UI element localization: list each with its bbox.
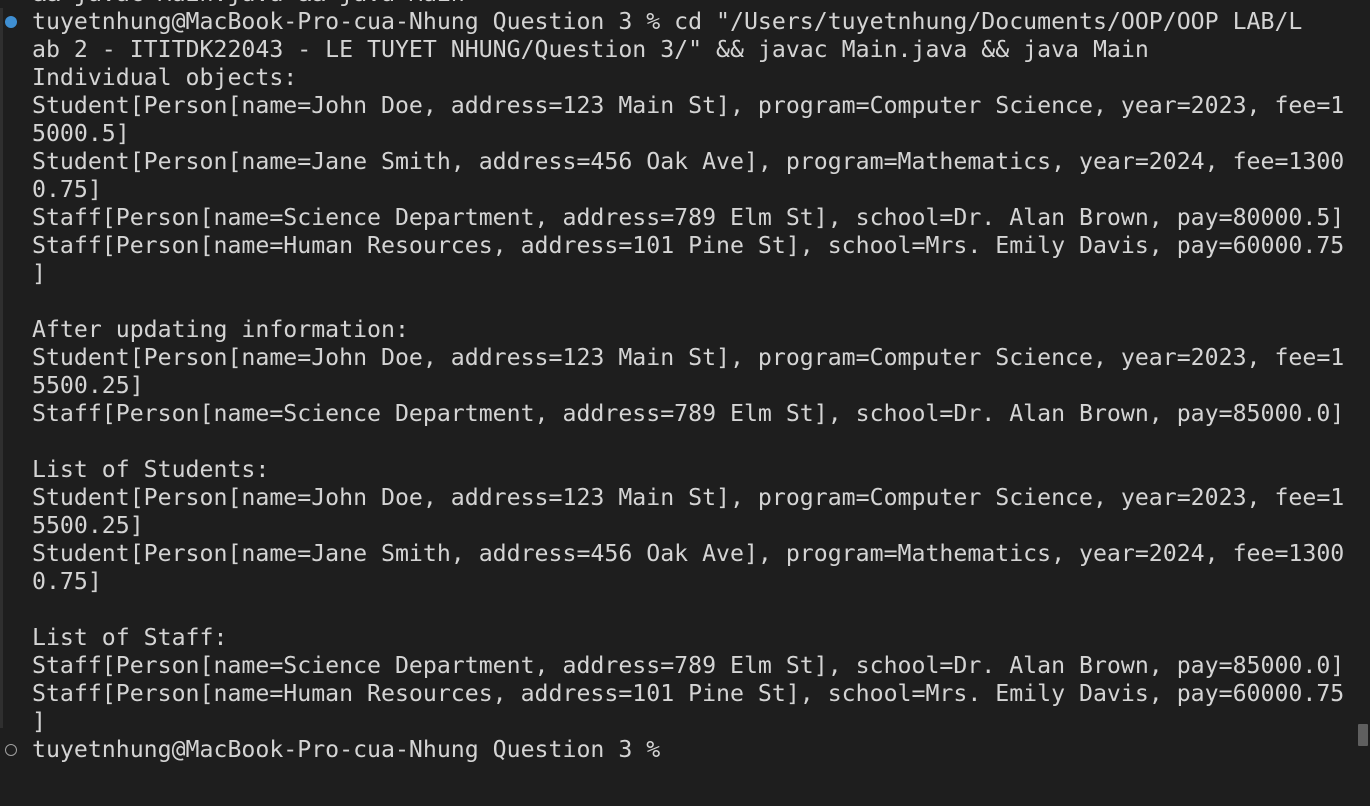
terminal-line-text: Student[Person[name=Jane Smith, address=… — [32, 540, 1345, 567]
terminal-line-text: Staff[Person[name=Human Resources, addre… — [32, 680, 1345, 707]
terminal-line-text: Individual objects: — [32, 64, 298, 91]
terminal-line-text: Staff[Person[name=Human Resources, addre… — [32, 232, 1345, 259]
terminal-panel[interactable]: && javac Main.java && java Maintuyetnhun… — [0, 0, 1370, 806]
terminal-line: ] — [32, 260, 1344, 288]
terminal-line-text: Student[Person[name=John Doe, address=12… — [32, 344, 1345, 371]
terminal-line-text: 5000.5] — [32, 120, 130, 147]
terminal-line: 5000.5] — [32, 120, 1344, 148]
command-gutter-bar — [0, 8, 3, 728]
terminal-line-text: After updating information: — [32, 316, 409, 343]
terminal-line: Staff[Person[name=Human Resources, addre… — [32, 680, 1344, 708]
terminal-line: 5500.25] — [32, 372, 1344, 400]
terminal-line-text: 5500.25] — [32, 372, 144, 399]
terminal-line: Staff[Person[name=Science Department, ad… — [32, 652, 1344, 680]
terminal-line: Student[Person[name=John Doe, address=12… — [32, 344, 1344, 372]
terminal-line-text: List of Students: — [32, 456, 270, 483]
terminal-line: List of Staff: — [32, 624, 1344, 652]
terminal-output[interactable]: && javac Main.java && java Maintuyetnhun… — [5, 0, 1344, 764]
command-success-dot-icon[interactable] — [5, 16, 17, 28]
terminal-line: Staff[Person[name=Science Department, ad… — [32, 204, 1344, 232]
terminal-line-text: ] — [32, 708, 46, 735]
terminal-line: List of Students: — [32, 456, 1344, 484]
terminal-line-text: List of Staff: — [32, 624, 228, 651]
terminal-line: 0.75] — [32, 568, 1344, 596]
terminal-line-text: tuyetnhung@MacBook-Pro-cua-Nhung Questio… — [32, 736, 675, 763]
terminal-line: 5500.25] — [32, 512, 1344, 540]
terminal-line-text: tuyetnhung@MacBook-Pro-cua-Nhung Questio… — [32, 8, 1303, 35]
terminal-line: ab 2 - ITITDK22043 - LE TUYET NHUNG/Ques… — [32, 36, 1344, 64]
terminal-line: ] — [32, 708, 1344, 736]
terminal-line-text: Student[Person[name=Jane Smith, address=… — [32, 148, 1345, 175]
terminal-line: 0.75] — [32, 176, 1344, 204]
terminal-line-text: Staff[Person[name=Science Department, ad… — [32, 204, 1345, 231]
terminal-line: Student[Person[name=John Doe, address=12… — [32, 92, 1344, 120]
terminal-line-text: && javac Main.java && java Main — [32, 0, 465, 7]
terminal-line-text: 0.75] — [32, 568, 102, 595]
terminal-line: tuyetnhung@MacBook-Pro-cua-Nhung Questio… — [5, 736, 1344, 764]
terminal-line-text: Staff[Person[name=Science Department, ad… — [32, 652, 1345, 679]
terminal-line: && javac Main.java && java Main — [32, 0, 1344, 8]
terminal-line: Individual objects: — [32, 64, 1344, 92]
terminal-line-text: ab 2 - ITITDK22043 - LE TUYET NHUNG/Ques… — [32, 36, 1149, 63]
terminal-line: Staff[Person[name=Science Department, ad… — [32, 400, 1344, 428]
terminal-line: Student[Person[name=Jane Smith, address=… — [32, 540, 1344, 568]
terminal-line: tuyetnhung@MacBook-Pro-cua-Nhung Questio… — [5, 8, 1344, 36]
terminal-line-text: Staff[Person[name=Science Department, ad… — [32, 400, 1345, 427]
terminal-line: Staff[Person[name=Human Resources, addre… — [32, 232, 1344, 260]
prompt-idle-dot-icon[interactable] — [5, 744, 17, 756]
terminal-line-text: Student[Person[name=John Doe, address=12… — [32, 484, 1345, 511]
scrollbar-thumb[interactable] — [1358, 724, 1368, 746]
terminal-line-text: 5500.25] — [32, 512, 144, 539]
terminal-line: After updating information: — [32, 316, 1344, 344]
terminal-line: Student[Person[name=John Doe, address=12… — [32, 484, 1344, 512]
terminal-line-text: Student[Person[name=John Doe, address=12… — [32, 92, 1345, 119]
terminal-line-text: 0.75] — [32, 176, 102, 203]
terminal-line-text: ] — [32, 260, 46, 287]
terminal-line: Student[Person[name=Jane Smith, address=… — [32, 148, 1344, 176]
